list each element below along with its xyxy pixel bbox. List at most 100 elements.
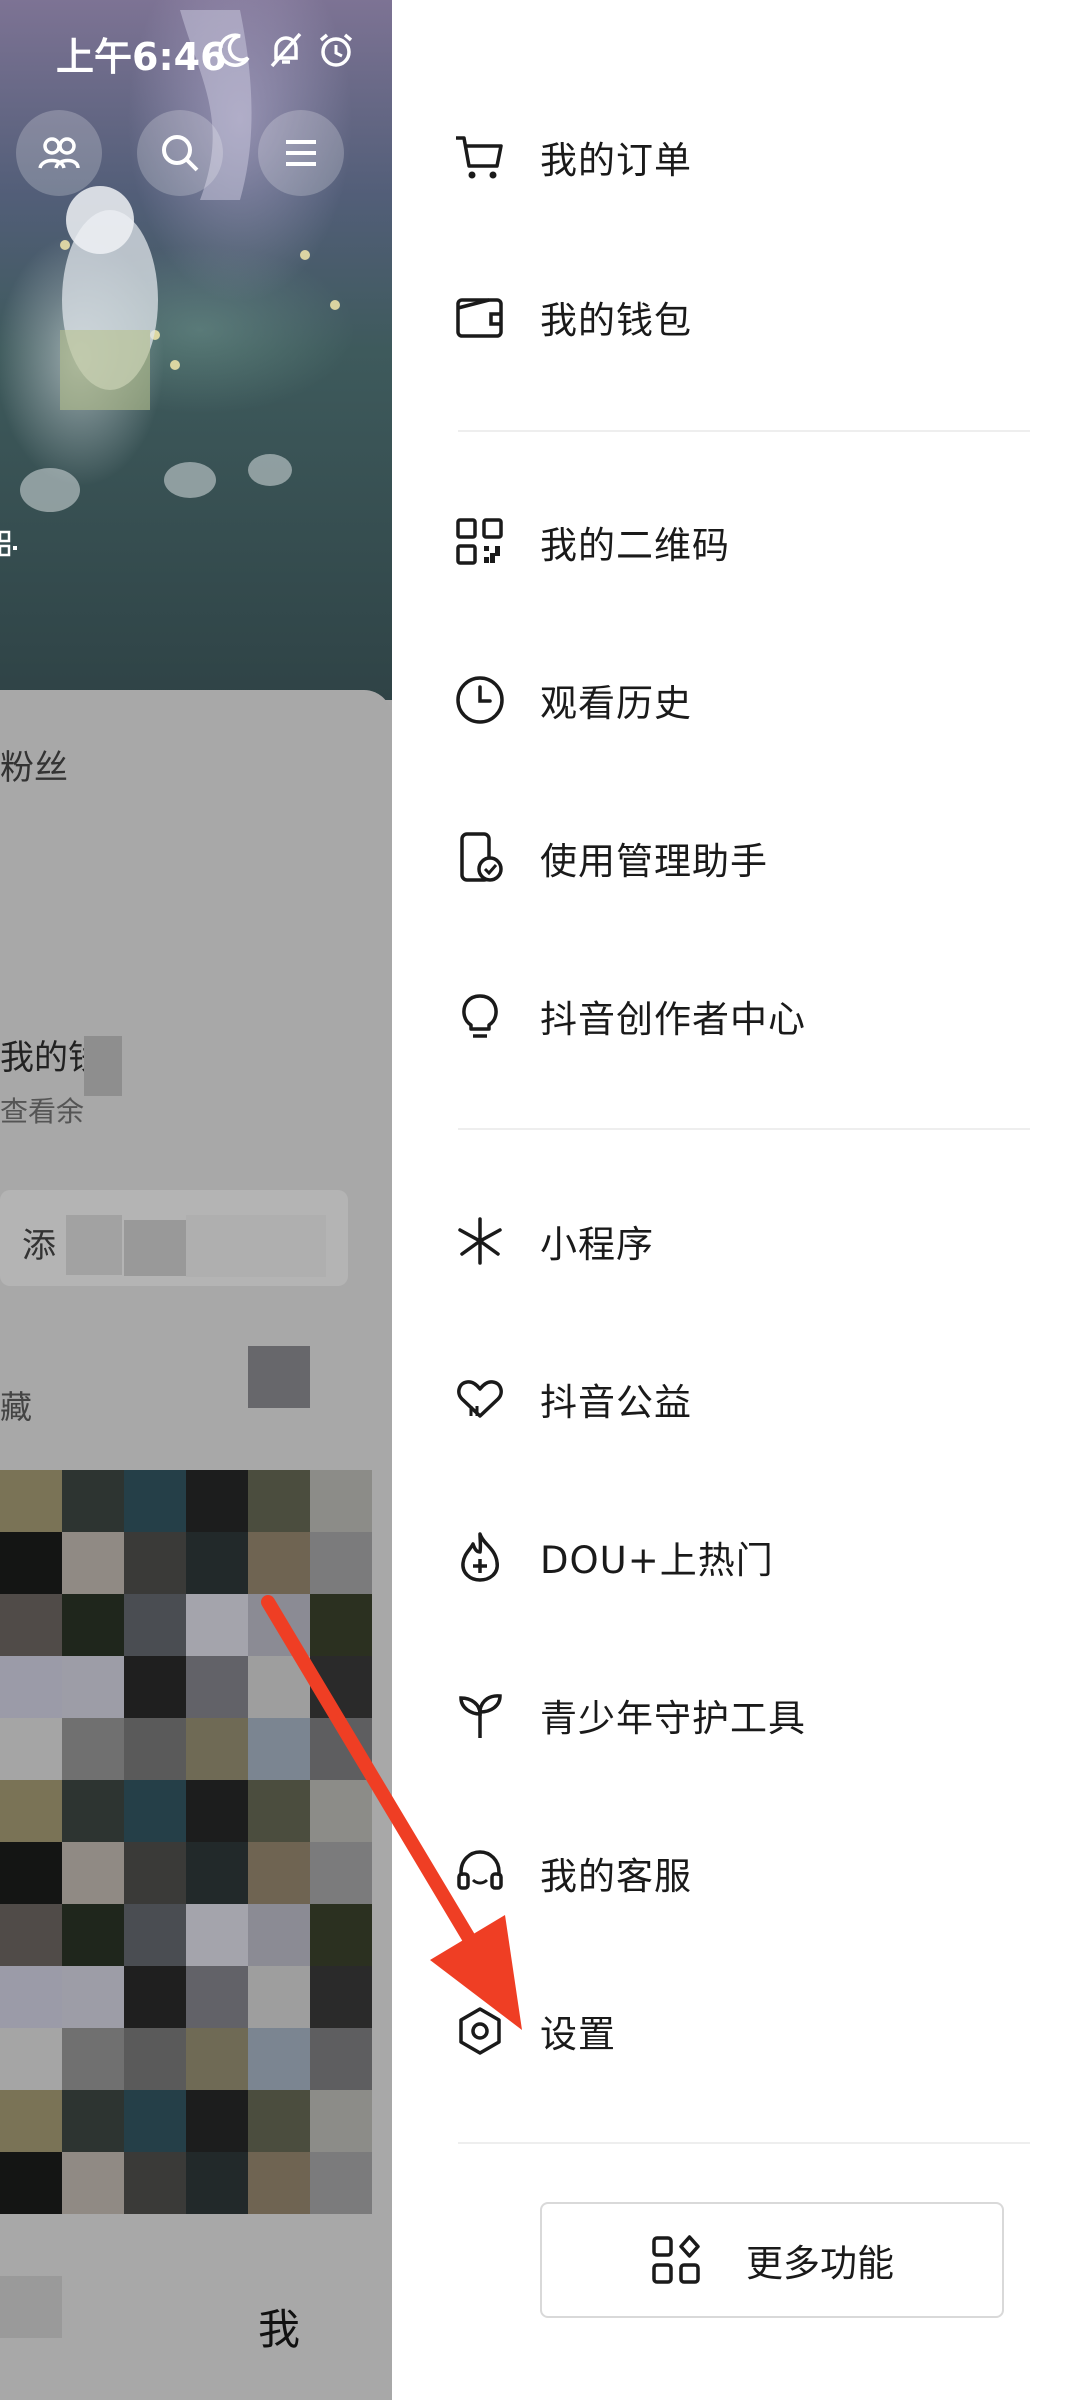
favorites-tab[interactable]: 藏 (0, 1382, 32, 1428)
menu-item-label: 小程序 (540, 1223, 654, 1266)
grid-mosaic-cell (62, 1718, 124, 1780)
sprout-icon (459, 1694, 502, 1738)
grid-mosaic-cell (310, 1532, 372, 1594)
menu-item-wallet[interactable]: 我的钱包 (452, 262, 1032, 372)
blur-block (84, 1036, 122, 1096)
blur-block (124, 1220, 186, 1276)
moon-icon (218, 33, 250, 67)
heart-hands-icon (457, 1380, 503, 1418)
wallet-subtitle: 查看余 (0, 1095, 85, 1128)
blur-block (0, 2276, 62, 2338)
grid-mosaic-cell (186, 2090, 248, 2152)
friends-button[interactable] (16, 110, 102, 196)
grid-mosaic-cell (124, 1966, 186, 2028)
grid-mosaic-cell (310, 2152, 372, 2214)
grid-mosaic-cell (124, 1780, 186, 1842)
menu-item-mini-program[interactable]: 小程序 (452, 1186, 1032, 1296)
menu-item-label: DOU+上热门 (540, 1539, 774, 1582)
grid-mosaic-cell (310, 1904, 372, 1966)
divider (458, 2142, 1030, 2144)
menu-item-history[interactable]: 观看历史 (452, 645, 1032, 755)
grid-mosaic-cell (62, 2028, 124, 2090)
menu-item-label: 青少年守护工具 (540, 1697, 806, 1740)
grid-mosaic-cell (0, 1656, 62, 1718)
profile-page-background: 上午6:46 粉丝 我的钱 查看余 添 藏 我 (0, 0, 392, 2400)
blur-block (186, 1215, 326, 1277)
menu-item-qr-code[interactable]: 我的二维码 (452, 487, 1032, 597)
grid-mosaic-cell (186, 1842, 248, 1904)
qr-code-icon (456, 518, 503, 565)
grid-mosaic-cell (0, 1470, 62, 1532)
add-button-label: 添 (22, 1226, 56, 1266)
menu-item-label: 观看历史 (540, 682, 692, 725)
grid-mosaic-cell (186, 1656, 248, 1718)
grid-mosaic-cell (310, 1842, 372, 1904)
grid-mosaic-cell (0, 1718, 62, 1780)
menu-item-settings[interactable]: 设置 (452, 1976, 1032, 2086)
search-button[interactable] (137, 110, 223, 196)
grid-mosaic-cell (62, 1966, 124, 2028)
grid-mosaic-cell (0, 1904, 62, 1966)
grid-mosaic-cell (310, 1656, 372, 1718)
menu-item-youth-protection[interactable]: 青少年守护工具 (452, 1660, 1032, 1770)
qr-code-icon[interactable] (0, 530, 22, 560)
grid-mosaic-cell (124, 1594, 186, 1656)
grid-mosaic-cell (248, 1966, 310, 2028)
grid-mosaic-cell (62, 1842, 124, 1904)
grid-mosaic-cell (0, 1594, 62, 1656)
flame-plus-icon (461, 1532, 499, 1582)
cover-scene (20, 10, 292, 512)
grid-mosaic-cell (248, 2152, 310, 2214)
tab-me[interactable]: 我 (258, 2296, 300, 2357)
menu-item-label: 使用管理助手 (540, 840, 768, 883)
search-icon (162, 135, 199, 172)
grid-mosaic-cell (310, 2028, 372, 2090)
grid-mosaic-cell (124, 1842, 186, 1904)
phone-check-icon (460, 832, 503, 882)
grid-mosaic-cell (186, 1594, 248, 1656)
grid-mosaic-cell (310, 1780, 372, 1842)
apps-grid-icon (652, 2235, 700, 2284)
menu-item-charity[interactable]: 抖音公益 (452, 1344, 1032, 1454)
grid-mosaic-cell (186, 1532, 248, 1594)
menu-item-orders[interactable]: 我的订单 (452, 102, 1032, 212)
grid-mosaic-cell (186, 2152, 248, 2214)
grid-mosaic-cell (62, 1656, 124, 1718)
menu-item-usage-assistant[interactable]: 使用管理助手 (452, 803, 1032, 913)
grid-mosaic-cell (124, 1904, 186, 1966)
grid-mosaic-cell (124, 2090, 186, 2152)
menu-item-dou-plus[interactable]: DOU+上热门 (452, 1502, 1032, 1612)
grid-mosaic-cell (248, 1904, 310, 1966)
grid-mosaic-cell (186, 1718, 248, 1780)
grid-mosaic-cell (62, 1470, 124, 1532)
menu-button[interactable] (258, 110, 344, 196)
grid-mosaic-cell (248, 2090, 310, 2152)
cart-icon (456, 136, 503, 179)
more-features-button[interactable]: 更多功能 (540, 2202, 1004, 2318)
grid-mosaic-cell (248, 2028, 310, 2090)
menu-item-creator-center[interactable]: 抖音创作者中心 (452, 961, 1032, 1071)
grid-mosaic-cell (310, 1966, 372, 2028)
menu-item-customer-service[interactable]: 我的客服 (452, 1818, 1032, 1928)
grid-mosaic-cell (124, 1656, 186, 1718)
bell-muted-icon (270, 32, 302, 68)
grid-mosaic-cell (0, 2028, 62, 2090)
grid-mosaic-cell (62, 2090, 124, 2152)
grid-mosaic-cell (248, 1594, 310, 1656)
grid-mosaic-cell (124, 1470, 186, 1532)
grid-mosaic-cell (124, 2152, 186, 2214)
grid-mosaic-cell (0, 2090, 62, 2152)
blur-block (248, 1346, 310, 1408)
divider (458, 1128, 1030, 1130)
friends-icon (38, 137, 80, 169)
menu-item-label: 我的钱包 (540, 299, 692, 342)
grid-mosaic-cell (0, 1780, 62, 1842)
alarm-icon (319, 33, 353, 67)
divider (458, 430, 1030, 432)
mini-program-icon (458, 1217, 502, 1265)
grid-mosaic-cell (248, 1718, 310, 1780)
grid-mosaic-cell (248, 1532, 310, 1594)
grid-mosaic-cell (0, 1532, 62, 1594)
grid-mosaic-cell (0, 1842, 62, 1904)
grid-mosaic-cell (186, 1904, 248, 1966)
